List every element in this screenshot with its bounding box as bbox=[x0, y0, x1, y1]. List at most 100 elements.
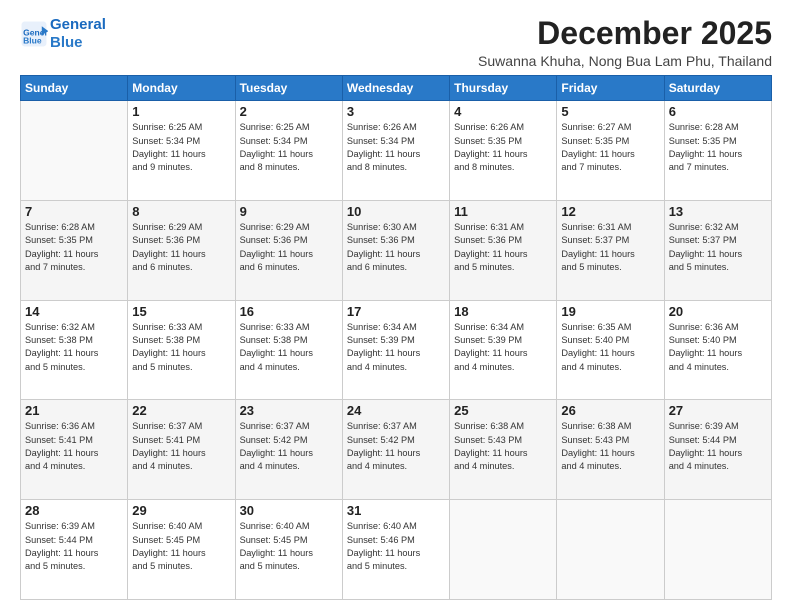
day-info: Sunrise: 6:26 AM Sunset: 5:35 PM Dayligh… bbox=[454, 121, 552, 174]
day-number: 4 bbox=[454, 104, 552, 119]
calendar-cell: 30 Sunrise: 6:40 AM Sunset: 5:45 PM Dayli… bbox=[235, 500, 342, 600]
col-sunday: Sunday bbox=[21, 76, 128, 101]
day-info: Sunrise: 6:40 AM Sunset: 5:45 PM Dayligh… bbox=[240, 520, 338, 573]
calendar-cell: 17 Sunrise: 6:34 AM Sunset: 5:39 PM Dayli… bbox=[342, 300, 449, 400]
day-number: 26 bbox=[561, 403, 659, 418]
day-info: Sunrise: 6:34 AM Sunset: 5:39 PM Dayligh… bbox=[454, 321, 552, 374]
day-info: Sunrise: 6:39 AM Sunset: 5:44 PM Dayligh… bbox=[669, 420, 767, 473]
calendar-week-row: 28 Sunrise: 6:39 AM Sunset: 5:44 PM Dayli… bbox=[21, 500, 772, 600]
day-info: Sunrise: 6:25 AM Sunset: 5:34 PM Dayligh… bbox=[132, 121, 230, 174]
day-number: 9 bbox=[240, 204, 338, 219]
day-info: Sunrise: 6:38 AM Sunset: 5:43 PM Dayligh… bbox=[454, 420, 552, 473]
title-block: December 2025 Suwanna Khuha, Nong Bua La… bbox=[478, 16, 772, 69]
day-number: 25 bbox=[454, 403, 552, 418]
logo-icon: General Blue bbox=[20, 20, 48, 48]
day-number: 31 bbox=[347, 503, 445, 518]
day-number: 30 bbox=[240, 503, 338, 518]
calendar-week-row: 1 Sunrise: 6:25 AM Sunset: 5:34 PM Daylig… bbox=[21, 101, 772, 201]
calendar-cell: 21Sunrise: 6:36 AM Sunset: 5:41 PM Dayli… bbox=[21, 400, 128, 500]
day-number: 19 bbox=[561, 304, 659, 319]
day-number: 3 bbox=[347, 104, 445, 119]
calendar-cell: 31 Sunrise: 6:40 AM Sunset: 5:46 PM Dayli… bbox=[342, 500, 449, 600]
calendar-cell: 4 Sunrise: 6:26 AM Sunset: 5:35 PM Daylig… bbox=[450, 101, 557, 201]
calendar-cell: 15Sunrise: 6:33 AM Sunset: 5:38 PM Dayli… bbox=[128, 300, 235, 400]
calendar-week-row: 14 Sunrise: 6:32 AM Sunset: 5:38 PM Dayli… bbox=[21, 300, 772, 400]
day-info: Sunrise: 6:27 AM Sunset: 5:35 PM Dayligh… bbox=[561, 121, 659, 174]
day-number: 28 bbox=[25, 503, 123, 518]
calendar-cell: 10Sunrise: 6:30 AM Sunset: 5:36 PM Dayli… bbox=[342, 200, 449, 300]
calendar-cell: 1 Sunrise: 6:25 AM Sunset: 5:34 PM Daylig… bbox=[128, 101, 235, 201]
day-info: Sunrise: 6:37 AM Sunset: 5:41 PM Dayligh… bbox=[132, 420, 230, 473]
day-number: 14 bbox=[25, 304, 123, 319]
calendar-cell: 19 Sunrise: 6:35 AM Sunset: 5:40 PM Dayli… bbox=[557, 300, 664, 400]
day-info: Sunrise: 6:35 AM Sunset: 5:40 PM Dayligh… bbox=[561, 321, 659, 374]
calendar-cell: 24Sunrise: 6:37 AM Sunset: 5:42 PM Dayli… bbox=[342, 400, 449, 500]
day-number: 7 bbox=[25, 204, 123, 219]
calendar-table: Sunday Monday Tuesday Wednesday Thursday… bbox=[20, 75, 772, 600]
day-info: Sunrise: 6:40 AM Sunset: 5:45 PM Dayligh… bbox=[132, 520, 230, 573]
calendar-week-row: 21Sunrise: 6:36 AM Sunset: 5:41 PM Dayli… bbox=[21, 400, 772, 500]
day-info: Sunrise: 6:32 AM Sunset: 5:38 PM Dayligh… bbox=[25, 321, 123, 374]
day-number: 2 bbox=[240, 104, 338, 119]
page: General Blue GeneralBlue December 2025 S… bbox=[0, 0, 792, 612]
calendar-cell: 6Sunrise: 6:28 AM Sunset: 5:35 PM Daylig… bbox=[664, 101, 771, 201]
day-info: Sunrise: 6:28 AM Sunset: 5:35 PM Dayligh… bbox=[25, 221, 123, 274]
day-number: 20 bbox=[669, 304, 767, 319]
calendar-cell: 26 Sunrise: 6:38 AM Sunset: 5:43 PM Dayli… bbox=[557, 400, 664, 500]
col-friday: Friday bbox=[557, 76, 664, 101]
calendar-cell: 11 Sunrise: 6:31 AM Sunset: 5:36 PM Dayli… bbox=[450, 200, 557, 300]
day-number: 8 bbox=[132, 204, 230, 219]
day-info: Sunrise: 6:26 AM Sunset: 5:34 PM Dayligh… bbox=[347, 121, 445, 174]
calendar-cell: 28 Sunrise: 6:39 AM Sunset: 5:44 PM Dayli… bbox=[21, 500, 128, 600]
day-number: 22 bbox=[132, 403, 230, 418]
day-number: 11 bbox=[454, 204, 552, 219]
calendar-cell: 5 Sunrise: 6:27 AM Sunset: 5:35 PM Daylig… bbox=[557, 101, 664, 201]
day-info: Sunrise: 6:28 AM Sunset: 5:35 PM Dayligh… bbox=[669, 121, 767, 174]
header: General Blue GeneralBlue December 2025 S… bbox=[20, 16, 772, 69]
day-info: Sunrise: 6:32 AM Sunset: 5:37 PM Dayligh… bbox=[669, 221, 767, 274]
calendar-cell bbox=[664, 500, 771, 600]
calendar-cell: 23Sunrise: 6:37 AM Sunset: 5:42 PM Dayli… bbox=[235, 400, 342, 500]
day-number: 17 bbox=[347, 304, 445, 319]
day-info: Sunrise: 6:38 AM Sunset: 5:43 PM Dayligh… bbox=[561, 420, 659, 473]
subtitle: Suwanna Khuha, Nong Bua Lam Phu, Thailan… bbox=[478, 53, 772, 69]
calendar-cell bbox=[21, 101, 128, 201]
month-title: December 2025 bbox=[478, 16, 772, 51]
day-number: 29 bbox=[132, 503, 230, 518]
calendar-cell: 8 Sunrise: 6:29 AM Sunset: 5:36 PM Daylig… bbox=[128, 200, 235, 300]
calendar-cell bbox=[450, 500, 557, 600]
day-info: Sunrise: 6:33 AM Sunset: 5:38 PM Dayligh… bbox=[240, 321, 338, 374]
day-info: Sunrise: 6:39 AM Sunset: 5:44 PM Dayligh… bbox=[25, 520, 123, 573]
day-number: 18 bbox=[454, 304, 552, 319]
day-info: Sunrise: 6:31 AM Sunset: 5:36 PM Dayligh… bbox=[454, 221, 552, 274]
day-number: 23 bbox=[240, 403, 338, 418]
day-info: Sunrise: 6:30 AM Sunset: 5:36 PM Dayligh… bbox=[347, 221, 445, 274]
calendar-cell: 9 Sunrise: 6:29 AM Sunset: 5:36 PM Daylig… bbox=[235, 200, 342, 300]
calendar-cell: 7 Sunrise: 6:28 AM Sunset: 5:35 PM Daylig… bbox=[21, 200, 128, 300]
day-info: Sunrise: 6:29 AM Sunset: 5:36 PM Dayligh… bbox=[132, 221, 230, 274]
calendar-cell: 3 Sunrise: 6:26 AM Sunset: 5:34 PM Daylig… bbox=[342, 101, 449, 201]
day-number: 12 bbox=[561, 204, 659, 219]
calendar-cell: 27Sunrise: 6:39 AM Sunset: 5:44 PM Dayli… bbox=[664, 400, 771, 500]
col-tuesday: Tuesday bbox=[235, 76, 342, 101]
logo-text: GeneralBlue bbox=[50, 16, 106, 52]
day-info: Sunrise: 6:40 AM Sunset: 5:46 PM Dayligh… bbox=[347, 520, 445, 573]
calendar-week-row: 7 Sunrise: 6:28 AM Sunset: 5:35 PM Daylig… bbox=[21, 200, 772, 300]
col-wednesday: Wednesday bbox=[342, 76, 449, 101]
calendar-cell: 14 Sunrise: 6:32 AM Sunset: 5:38 PM Dayli… bbox=[21, 300, 128, 400]
day-info: Sunrise: 6:29 AM Sunset: 5:36 PM Dayligh… bbox=[240, 221, 338, 274]
day-number: 5 bbox=[561, 104, 659, 119]
logo: General Blue GeneralBlue bbox=[20, 16, 106, 52]
col-saturday: Saturday bbox=[664, 76, 771, 101]
calendar-cell: 18 Sunrise: 6:34 AM Sunset: 5:39 PM Dayli… bbox=[450, 300, 557, 400]
col-thursday: Thursday bbox=[450, 76, 557, 101]
day-info: Sunrise: 6:25 AM Sunset: 5:34 PM Dayligh… bbox=[240, 121, 338, 174]
col-monday: Monday bbox=[128, 76, 235, 101]
day-number: 13 bbox=[669, 204, 767, 219]
day-info: Sunrise: 6:34 AM Sunset: 5:39 PM Dayligh… bbox=[347, 321, 445, 374]
day-number: 1 bbox=[132, 104, 230, 119]
day-info: Sunrise: 6:36 AM Sunset: 5:41 PM Dayligh… bbox=[25, 420, 123, 473]
header-row: Sunday Monday Tuesday Wednesday Thursday… bbox=[21, 76, 772, 101]
calendar-cell: 22 Sunrise: 6:37 AM Sunset: 5:41 PM Dayli… bbox=[128, 400, 235, 500]
calendar-cell: 16Sunrise: 6:33 AM Sunset: 5:38 PM Dayli… bbox=[235, 300, 342, 400]
